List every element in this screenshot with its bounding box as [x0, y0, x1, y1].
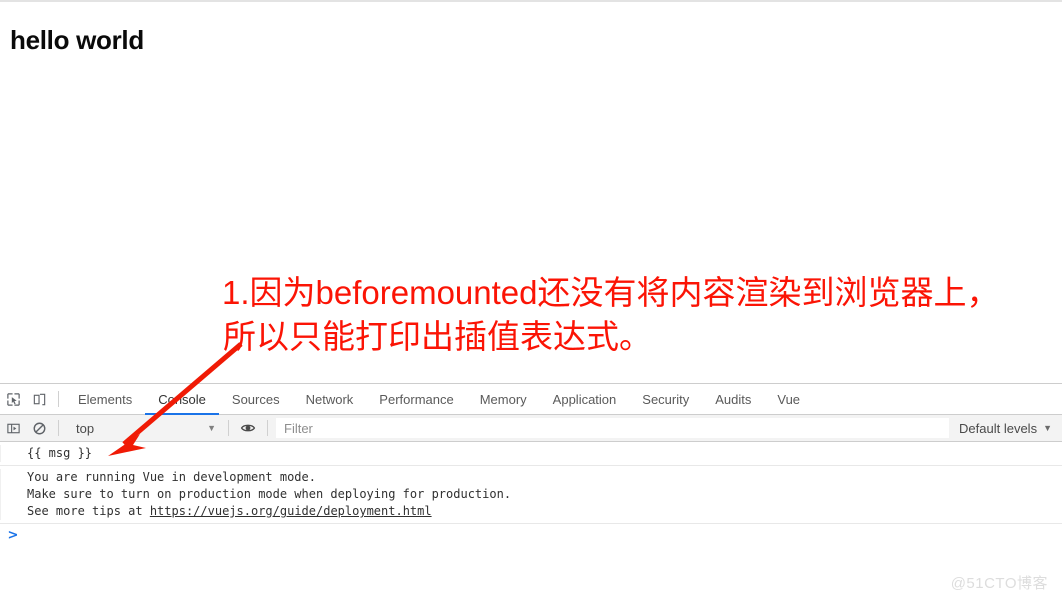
filterbar-divider-2	[228, 420, 229, 436]
page-viewport: hello world	[0, 2, 1062, 383]
devtools-tabbar: Elements Console Sources Network Perform…	[0, 384, 1062, 415]
console-line-text: See more tips at	[27, 504, 150, 518]
inspect-element-icon[interactable]	[0, 386, 26, 412]
tab-network[interactable]: Network	[293, 385, 367, 414]
clear-console-icon[interactable]	[26, 415, 52, 441]
console-line: Make sure to turn on production mode whe…	[27, 487, 512, 501]
device-toolbar-icon[interactable]	[26, 386, 52, 412]
chevron-down-icon: ▼	[1043, 423, 1052, 433]
tab-security[interactable]: Security	[629, 385, 702, 414]
console-sidebar-icon[interactable]	[0, 415, 26, 441]
console-message-list: {{ msg }} You are running Vue in develop…	[0, 442, 1062, 554]
tab-performance[interactable]: Performance	[366, 385, 466, 414]
tab-sources[interactable]: Sources	[219, 385, 293, 414]
filterbar-divider-3	[267, 420, 268, 436]
console-line: See more tips at https://vuejs.org/guide…	[27, 503, 1062, 520]
tab-audits[interactable]: Audits	[702, 385, 764, 414]
devtools-panel: Elements Console Sources Network Perform…	[0, 383, 1062, 601]
console-message-log[interactable]: {{ msg }}	[0, 442, 1062, 466]
filterbar-divider-1	[58, 420, 59, 436]
site-watermark: @51CTO博客	[950, 575, 1048, 592]
log-levels-value: Default levels	[959, 420, 1038, 436]
tab-console[interactable]: Console	[145, 385, 219, 415]
console-line: You are running Vue in development mode.	[27, 470, 316, 484]
tab-memory[interactable]: Memory	[467, 385, 540, 414]
tab-application[interactable]: Application	[540, 385, 630, 414]
console-prompt-input[interactable]	[26, 528, 1062, 544]
prompt-chevron-icon: >	[7, 528, 19, 543]
tab-elements[interactable]: Elements	[65, 385, 145, 414]
execution-context-select[interactable]: top ▼	[67, 418, 222, 438]
filter-input[interactable]	[276, 418, 950, 438]
console-line: {{ msg }}	[27, 446, 93, 460]
execution-context-value: top	[76, 420, 95, 436]
live-expression-eye-icon[interactable]	[235, 415, 261, 441]
log-levels-select[interactable]: Default levels ▼	[951, 418, 1062, 438]
console-filter-toolbar: top ▼ Default levels ▼	[0, 415, 1062, 442]
toolbar-divider	[58, 391, 59, 407]
chevron-down-icon: ▼	[207, 423, 216, 433]
console-prompt-row[interactable]: >	[0, 524, 1062, 554]
console-message-info[interactable]: You are running Vue in development mode.…	[0, 466, 1062, 524]
vue-deployment-link[interactable]: https://vuejs.org/guide/deployment.html	[150, 504, 432, 518]
page-title: hello world	[10, 25, 144, 55]
tab-vue[interactable]: Vue	[764, 385, 813, 414]
